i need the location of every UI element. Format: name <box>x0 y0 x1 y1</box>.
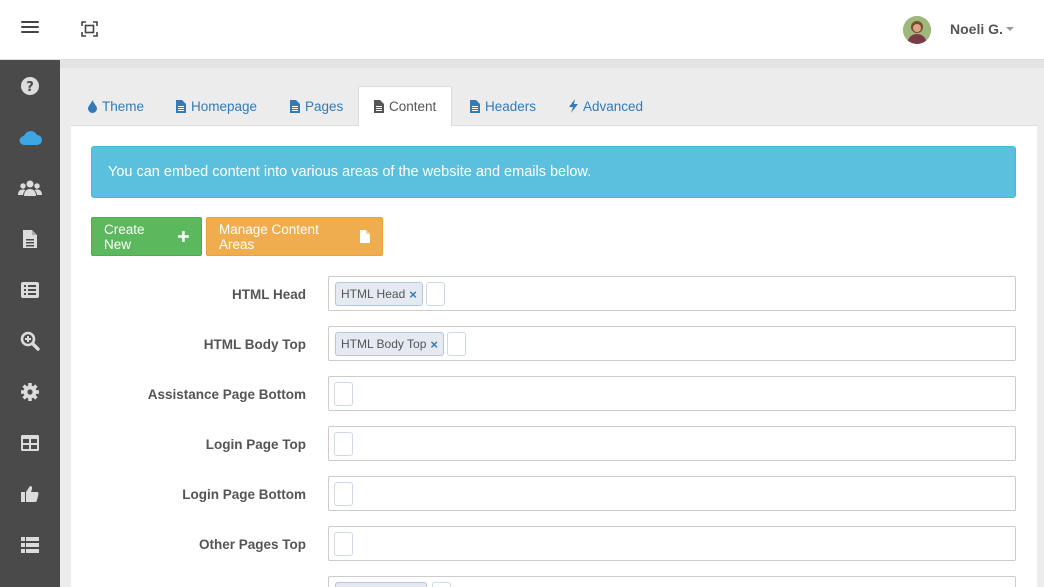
tab-bar: Theme Homepage Pages Content Headers Adv… <box>71 68 1037 127</box>
field-label: Login Page Top <box>205 437 306 452</box>
sidebar: ? <box>0 60 60 587</box>
sidebar-item-help[interactable]: ? <box>0 60 60 111</box>
tag-label: HTML Head <box>341 287 406 301</box>
manage-content-areas-button[interactable]: Manage Content Areas <box>206 217 383 256</box>
sidebar-item-cloud[interactable] <box>0 111 60 162</box>
file-icon <box>360 230 370 243</box>
tab-label: Advanced <box>583 98 644 114</box>
hamburger-icon[interactable] <box>21 21 39 37</box>
file-icon <box>23 229 37 248</box>
file-text-icon <box>470 99 480 113</box>
tag-html-head: HTML Head × <box>335 282 423 306</box>
sidebar-item-likes[interactable] <box>0 468 60 519</box>
login-page-bottom-tag-input[interactable] <box>328 476 1016 511</box>
tag-input-cursor[interactable] <box>334 432 353 456</box>
tag-partial <box>335 582 427 587</box>
html-body-top-tag-input[interactable]: HTML Body Top × <box>328 326 1016 361</box>
sidebar-item-users[interactable] <box>0 162 60 213</box>
gear-icon <box>21 382 39 401</box>
create-new-button[interactable]: Create New <box>91 217 202 256</box>
top-bar: Noeli G. <box>0 0 1044 60</box>
file-text-icon <box>374 100 384 113</box>
field-label: Assistance Page Bottom <box>147 387 306 402</box>
close-icon[interactable]: × <box>409 287 417 302</box>
tag-input-cursor[interactable] <box>432 582 451 587</box>
file-text-icon <box>290 99 300 113</box>
tab-label: Headers <box>485 98 537 114</box>
file-text-icon <box>176 99 186 113</box>
assistance-page-bottom-tag-input[interactable] <box>328 376 1016 411</box>
sidebar-item-search[interactable] <box>0 315 60 366</box>
list-icon <box>21 536 39 553</box>
sidebar-item-list[interactable] <box>0 264 60 315</box>
create-new-label: Create New <box>104 221 145 252</box>
tab-label: Homepage <box>191 98 258 114</box>
sidebar-item-files[interactable] <box>0 213 60 264</box>
tab-pages[interactable]: Pages <box>275 86 358 126</box>
field-label: Login Page Bottom <box>182 487 306 502</box>
question-circle-icon: ? <box>21 76 39 95</box>
info-alert: You can embed content into various areas… <box>91 146 1016 198</box>
tab-headers[interactable]: Headers <box>455 86 551 126</box>
alert-text: You can embed content into various areas… <box>108 164 592 180</box>
tag-label: HTML Body Top <box>341 337 427 351</box>
next-tag-input[interactable] <box>328 576 1016 587</box>
tab-content[interactable]: Content <box>358 86 453 127</box>
tag-input-cursor[interactable] <box>334 382 353 406</box>
manage-content-areas-label: Manage Content Areas <box>219 221 319 252</box>
tab-label: Pages <box>305 98 344 114</box>
thumbs-up-icon <box>21 485 39 502</box>
sidebar-item-settings[interactable] <box>0 366 60 417</box>
sidebar-item-table[interactable] <box>0 417 60 468</box>
user-name[interactable]: Noeli G. <box>950 21 1003 37</box>
table-icon <box>21 434 39 451</box>
chevron-down-icon[interactable] <box>1006 27 1014 31</box>
droplet-icon <box>88 99 97 113</box>
cloud-icon <box>19 130 42 145</box>
plus-icon <box>178 231 189 242</box>
html-head-tag-input[interactable]: HTML Head × <box>328 276 1016 311</box>
field-label: Other Pages Top <box>198 537 306 552</box>
field-label: HTML Body Top <box>203 337 306 352</box>
avatar[interactable] <box>903 16 931 44</box>
close-icon[interactable]: × <box>430 337 438 352</box>
tag-input-cursor[interactable] <box>334 482 353 506</box>
bolt-icon <box>569 99 578 113</box>
sidebar-item-list-view[interactable] <box>0 519 60 570</box>
main-top-strip <box>60 60 1044 68</box>
tag-input-cursor[interactable] <box>426 282 445 306</box>
tab-label: Content <box>389 99 437 114</box>
tab-homepage[interactable]: Homepage <box>161 86 272 126</box>
field-label: HTML Head <box>231 287 306 302</box>
tab-advanced[interactable]: Advanced <box>554 86 658 126</box>
search-plus-icon <box>20 331 40 351</box>
tab-theme[interactable]: Theme <box>73 86 159 126</box>
fullscreen-icon[interactable] <box>81 21 98 37</box>
tag-input-cursor[interactable] <box>334 532 353 556</box>
tag-input-cursor[interactable] <box>447 332 466 356</box>
tab-label: Theme <box>102 98 145 114</box>
svg-text:?: ? <box>26 80 34 95</box>
list-alt-icon <box>21 281 39 298</box>
other-pages-top-tag-input[interactable] <box>328 526 1016 561</box>
users-icon <box>18 180 42 196</box>
tag-html-body-top: HTML Body Top × <box>335 332 444 356</box>
login-page-top-tag-input[interactable] <box>328 426 1016 461</box>
